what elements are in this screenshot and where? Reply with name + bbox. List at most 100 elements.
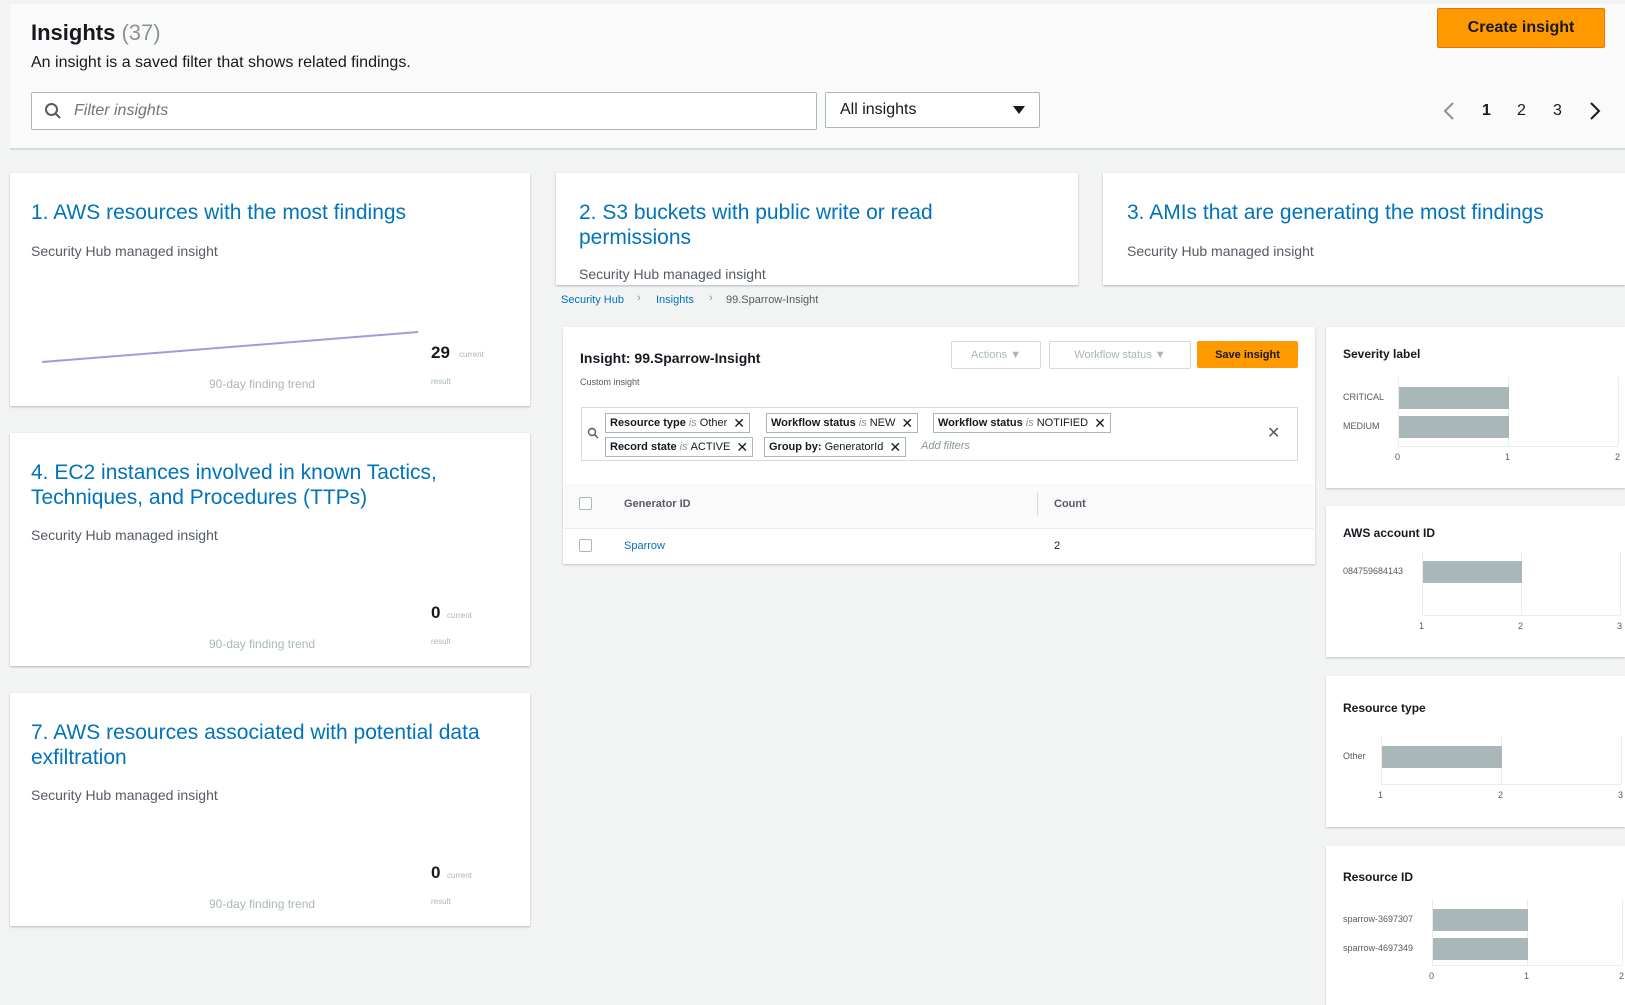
insight-card-title[interactable]: 3. AMIs that are generating the most fin…: [1127, 200, 1607, 225]
filter-chip-value: ACTIVE: [690, 441, 731, 453]
filter-chip-op: is: [1025, 417, 1034, 429]
filter-insights-box[interactable]: [31, 92, 817, 130]
filter-insights-input[interactable]: [72, 101, 776, 121]
breadcrumb-separator-icon: ›: [637, 292, 641, 304]
chart-gridline: [1621, 736, 1622, 784]
count-label-current: current: [447, 611, 472, 620]
chart-bar: [1399, 416, 1509, 438]
finding-count: 29: [431, 343, 450, 362]
filter-chip-key: Record state: [610, 441, 677, 453]
select-all-checkbox[interactable]: [579, 497, 592, 510]
close-icon[interactable]: ✕: [1094, 415, 1106, 432]
chart-baseline: [1381, 784, 1621, 785]
close-icon[interactable]: ✕: [733, 415, 745, 432]
actions-button[interactable]: Actions ▼: [951, 341, 1041, 369]
create-insight-button[interactable]: Create insight: [1437, 8, 1605, 48]
chart-title: Resource type: [1343, 701, 1426, 715]
pagination-page-1[interactable]: 1: [1482, 96, 1491, 126]
save-insight-button[interactable]: Save insight: [1197, 341, 1298, 368]
chart-tick-label: 2: [1518, 621, 1524, 631]
workflow-status-label: Workflow status: [1074, 349, 1152, 361]
insight-card-title[interactable]: 7. AWS resources associated with potenti…: [31, 720, 511, 770]
filter-chip[interactable]: Workflow status is NOTIFIED ✕: [933, 413, 1111, 433]
page-description: An insight is a saved filter that shows …: [31, 54, 411, 71]
filter-chip-value: NEW: [869, 417, 896, 429]
filter-chip[interactable]: Record state is ACTIVE ✕: [605, 437, 754, 457]
insight-detail-title: Insight: 99.Sparrow-Insight: [580, 350, 761, 366]
row-checkbox[interactable]: [579, 539, 592, 552]
insight-card-title[interactable]: 4. EC2 instances involved in known Tacti…: [31, 460, 511, 510]
insight-card-title[interactable]: 2. S3 buckets with public write or read …: [579, 200, 1019, 250]
chevron-right-icon: [1590, 102, 1601, 120]
chart-baseline: [1432, 965, 1622, 966]
chevron-left-icon: [1443, 102, 1454, 120]
insight-card-subtitle: Security Hub managed insight: [1127, 243, 1314, 259]
chart-tick-label: 3: [1617, 621, 1623, 631]
breadcrumb-insights[interactable]: Insights: [656, 294, 694, 306]
pagination-page-3[interactable]: 3: [1553, 96, 1562, 126]
filter-chip[interactable]: Resource type is Other ✕: [605, 413, 751, 433]
row-count: 2: [1054, 540, 1061, 552]
insight-card-title[interactable]: 1. AWS resources with the most findings: [31, 200, 511, 225]
trend-label: 90-day finding trend: [209, 637, 316, 651]
chart-tick-label: 2: [1619, 971, 1625, 981]
chart-tick-label: 2: [1615, 452, 1621, 462]
chart-gridline: [1622, 899, 1623, 965]
insight-card-subtitle: Security Hub managed insight: [31, 527, 218, 543]
count-label-result: result: [431, 897, 451, 906]
trend-label: 90-day finding trend: [209, 897, 316, 911]
chart-category-label: sparrow-4697349: [1343, 943, 1414, 953]
close-icon[interactable]: ✕: [736, 439, 748, 456]
chart-baseline: [1422, 615, 1620, 616]
chart-bar: [1433, 909, 1528, 931]
count-label-current: current: [447, 871, 472, 880]
column-header-count[interactable]: Count: [1054, 498, 1086, 510]
count-label-result: result: [431, 377, 451, 386]
breadcrumb-security-hub[interactable]: Security Hub: [561, 294, 624, 306]
close-icon[interactable]: ✕: [889, 439, 901, 456]
trend-line: [41, 331, 419, 363]
page-title: Insights (37): [31, 20, 161, 46]
filter-chip-value: Other: [699, 417, 728, 429]
breadcrumb-separator-icon: ›: [709, 292, 713, 304]
caret-down-icon: [1013, 106, 1025, 114]
add-filters-placeholder[interactable]: Add filters: [921, 440, 970, 452]
filter-chip-value: GeneratorId: [824, 441, 884, 453]
pagination-page-2[interactable]: 2: [1517, 96, 1526, 126]
finding-count: 0: [431, 863, 441, 882]
actions-button-label: Actions: [970, 349, 1008, 361]
chart-category-label: Other: [1343, 751, 1366, 761]
caret-down-icon: ▼: [1010, 349, 1022, 361]
close-icon[interactable]: ✕: [901, 415, 913, 432]
chart-bar: [1382, 746, 1502, 768]
search-icon: [587, 427, 599, 439]
chart-baseline: [1398, 446, 1618, 447]
column-divider: [1037, 492, 1038, 516]
filter-chip[interactable]: Workflow status is NEW ✕: [766, 413, 919, 433]
insights-type-select[interactable]: All insights: [825, 92, 1040, 128]
workflow-status-button[interactable]: Workflow status ▼: [1049, 341, 1191, 369]
insights-type-select-value: All insights: [840, 101, 917, 118]
trend-label: 90-day finding trend: [209, 377, 316, 391]
chart-gridline: [1618, 377, 1619, 446]
chart-bar: [1433, 938, 1528, 960]
pagination-prev[interactable]: [1443, 96, 1455, 126]
column-header-generator-id[interactable]: Generator ID: [624, 498, 691, 510]
chart-tick-label: 0: [1395, 452, 1401, 462]
clear-filters-icon[interactable]: ✕: [1267, 423, 1280, 443]
chart-category-label: CRITICAL: [1343, 392, 1385, 402]
pagination-next[interactable]: [1589, 96, 1601, 126]
filter-chip[interactable]: Group by: GeneratorId ✕: [764, 437, 907, 457]
filter-chip-op: is: [679, 441, 688, 453]
filter-chip-value: NOTIFIED: [1036, 417, 1089, 429]
chart-tick-label: 3: [1618, 790, 1624, 800]
page-title-text: Insights: [31, 20, 116, 45]
insight-card-subtitle: Security Hub managed insight: [579, 266, 766, 282]
filter-chip-key: Workflow status: [938, 417, 1023, 429]
insight-card: [1103, 173, 1625, 285]
chart-tick-label: 1: [1378, 790, 1384, 800]
row-generator-id-link[interactable]: Sparrow: [624, 540, 665, 552]
insight-detail-subtitle: Custom insight: [580, 377, 640, 387]
filter-chip-op: is: [858, 417, 867, 429]
count-label-current: current: [459, 350, 484, 359]
